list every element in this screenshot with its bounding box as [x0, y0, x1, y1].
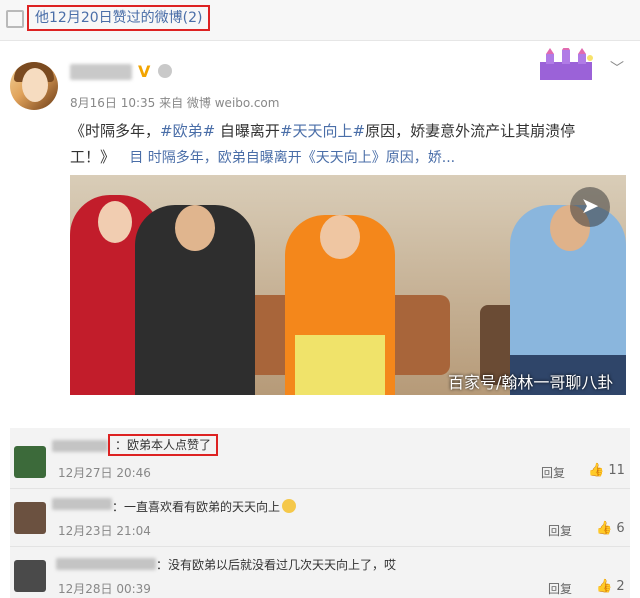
like-button[interactable]: 👍 2 — [596, 579, 625, 594]
comment-divider — [10, 546, 630, 547]
commenter-name-blurred[interactable] — [52, 440, 108, 452]
image-watermark: 百家号/翰林一哥聊八卦 — [448, 373, 614, 392]
commenter-name-blurred[interactable] — [52, 498, 112, 510]
post-image[interactable]: ➤ 百家号/翰林一哥聊八卦 — [70, 175, 626, 395]
thumbs-up-icon: 👍 — [596, 521, 613, 536]
post-text-segment: 工！》 — [70, 148, 116, 166]
like-history-icon — [6, 10, 24, 28]
like-button[interactable]: 👍 6 — [596, 521, 625, 536]
comment-time: 12月28日 00:39 — [58, 582, 151, 596]
reply-button[interactable]: 回复 — [548, 580, 572, 597]
post-text-line1: 《时隔多年，#欧弟# 自曝离开#天天向上#原因，娇妻意外流产让其崩溃停 — [70, 118, 610, 144]
comment-time: 12月23日 21:04 — [58, 524, 151, 538]
comment-text: ：没有欧弟以后就没看过几次天天向上了，哎 — [156, 558, 397, 572]
reply-button[interactable]: 回复 — [548, 522, 572, 539]
commenter-avatar[interactable] — [14, 446, 46, 478]
hashtag-link[interactable]: #欧弟# — [160, 122, 215, 140]
reply-button[interactable]: 回复 — [541, 464, 565, 481]
chevron-down-icon[interactable]: ﹀ — [610, 58, 624, 78]
thumbs-up-icon: 👍 — [588, 463, 605, 478]
hashtag-link[interactable]: #天天向上# — [280, 122, 365, 140]
commenter-name-blurred[interactable] — [56, 558, 156, 570]
post-meta: 8月16日 10:35 来自 微博 weibo.com — [70, 96, 280, 110]
post-text-segment: 《时隔多年， — [70, 122, 161, 140]
author-name-blurred[interactable] — [70, 64, 132, 80]
castle-badge-icon — [540, 48, 593, 80]
post-text-line2: 工！》 目 时隔多年，欧弟自曝离开《天天向上》原因，娇... — [70, 144, 610, 171]
author-avatar[interactable] — [10, 62, 58, 110]
commenter-avatar[interactable] — [14, 502, 46, 534]
member-badge-icon — [158, 64, 172, 78]
liked-posts-title[interactable]: 他12月20日赞过的微博(2) — [27, 5, 211, 31]
thumbs-up-icon: 👍 — [596, 579, 613, 594]
crying-emoji-icon — [282, 499, 297, 513]
share-icon[interactable]: ➤ — [570, 187, 610, 227]
comment-time: 12月27日 20:46 — [58, 466, 151, 480]
post-text-segment: 原因，娇妻意外流产让其崩溃停 — [365, 122, 576, 140]
post-text-segment: 自曝离开 — [215, 122, 280, 140]
article-link-card[interactable]: 目 时隔多年，欧弟自曝离开《天天向上》原因，娇... — [129, 150, 455, 166]
commenter-avatar[interactable] — [14, 560, 46, 592]
comment-text: ：欧弟本人点赞了 — [108, 434, 219, 456]
like-button[interactable]: 👍 11 — [588, 463, 625, 478]
comment-divider — [10, 488, 630, 489]
verified-v-icon: V — [138, 62, 151, 81]
post-body: 《时隔多年，#欧弟# 自曝离开#天天向上#原因，娇妻意外流产让其崩溃停 工！》 … — [70, 118, 610, 171]
comment-text: ：一直喜欢看有欧弟的天天向上 — [112, 498, 297, 515]
